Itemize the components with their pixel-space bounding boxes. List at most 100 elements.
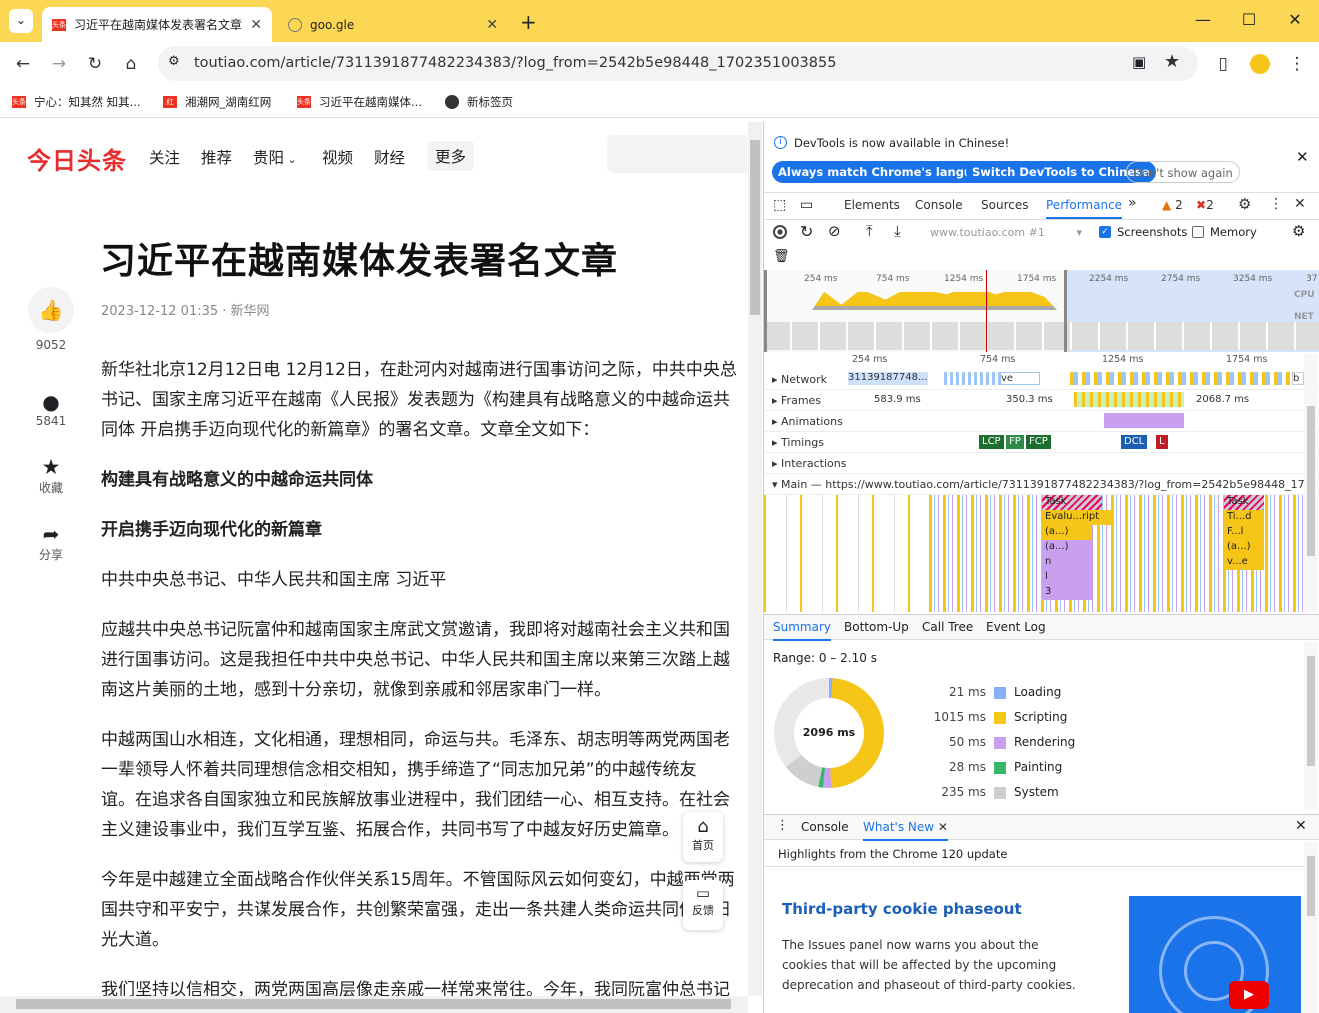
close-drawer-icon[interactable]: ✕ bbox=[1295, 818, 1307, 834]
track-main[interactable]: ▾ Main — https://www.toutiao.com/article… bbox=[764, 474, 1319, 495]
dcl-badge[interactable]: DCL bbox=[1121, 435, 1148, 449]
page-horizontal-scrollbar[interactable] bbox=[0, 996, 748, 1013]
nav-more[interactable]: 更多 bbox=[427, 141, 475, 171]
timeline-overview[interactable]: 254 ms 754 ms 1254 ms 1754 ms 2254 ms 27… bbox=[764, 270, 1319, 352]
nav-item[interactable]: 视频 bbox=[322, 146, 353, 168]
forward-icon[interactable]: → bbox=[48, 53, 70, 75]
frame-time[interactable]: 350.3 ms bbox=[1006, 394, 1053, 405]
fp-badge[interactable]: FP bbox=[1006, 435, 1024, 449]
reload-icon[interactable]: ↻ bbox=[84, 53, 106, 75]
drawer-tab-console[interactable]: Console bbox=[801, 820, 849, 834]
flame-chart[interactable]: Task Evalu...ript (a...) (a...) n l 3 Ta… bbox=[764, 495, 1304, 612]
infobar-close-icon[interactable]: ✕ bbox=[1296, 148, 1309, 166]
network-request[interactable]: 31139187748... bbox=[848, 372, 928, 385]
minimize-icon[interactable]: — bbox=[1188, 8, 1218, 32]
scrollbar-thumb[interactable] bbox=[750, 140, 760, 315]
back-icon[interactable]: ← bbox=[12, 53, 34, 75]
inspect-icon[interactable]: ⬚ bbox=[773, 197, 786, 213]
animation-bar[interactable] bbox=[1104, 413, 1184, 428]
flame-block[interactable]: l bbox=[1042, 570, 1092, 585]
flame-block[interactable]: n bbox=[1042, 555, 1092, 570]
tab-elements[interactable]: Elements bbox=[844, 198, 900, 212]
close-tab-icon[interactable]: ✕ bbox=[938, 820, 948, 834]
track-network[interactable]: ▸ Network 31139187748... ve b bbox=[764, 369, 1319, 390]
flame-block[interactable]: (a...) bbox=[1224, 540, 1264, 555]
tracks-scrollbar[interactable] bbox=[1304, 354, 1318, 612]
scrollbar-thumb[interactable] bbox=[1307, 406, 1315, 556]
summary-scrollbar[interactable] bbox=[1304, 642, 1318, 810]
comment-button[interactable]: ● 5841 bbox=[26, 390, 76, 428]
feedback-float-button[interactable]: ▭ 反馈 bbox=[683, 880, 723, 930]
tab-active[interactable]: 头条 习近平在越南媒体发表署名文章 ✕ bbox=[42, 7, 272, 42]
like-button[interactable]: 👍 9052 bbox=[26, 287, 76, 352]
scrollbar-thumb[interactable] bbox=[1307, 656, 1315, 766]
tab-bottom-up[interactable]: Bottom-Up bbox=[844, 620, 909, 634]
settings-icon[interactable]: ⚙ bbox=[1238, 195, 1251, 213]
flame-block[interactable]: F...l bbox=[1224, 525, 1264, 540]
track-frames[interactable]: ▸ Frames 583.9 ms 350.3 ms 2068.7 ms bbox=[764, 390, 1319, 411]
drawer-tab-whats-new[interactable]: What's New ✕ bbox=[863, 820, 948, 841]
reload-record-icon[interactable]: ↻ bbox=[800, 222, 813, 241]
scrollbar-thumb[interactable] bbox=[1307, 856, 1315, 916]
flame-block[interactable]: Ti...d bbox=[1224, 510, 1264, 525]
page-vertical-scrollbar[interactable] bbox=[748, 122, 762, 996]
flame-block[interactable]: 3 bbox=[1042, 585, 1092, 600]
bookmark-star-icon[interactable]: ★ bbox=[1164, 51, 1180, 72]
dont-show-button[interactable]: Don't show again bbox=[1126, 161, 1240, 183]
recording-select[interactable]: www.toutiao.com #1 ▾ bbox=[930, 226, 1082, 239]
nav-item[interactable]: 推荐 bbox=[201, 146, 232, 168]
flame-block[interactable]: v...e bbox=[1224, 555, 1264, 570]
clear-icon[interactable]: ⊘ bbox=[828, 222, 841, 240]
frame-time[interactable]: 2068.7 ms bbox=[1196, 394, 1249, 405]
kebab-menu-icon[interactable]: ⋮ bbox=[1269, 196, 1283, 212]
load-badge[interactable]: L bbox=[1156, 435, 1168, 449]
track-interactions[interactable]: ▸ Interactions bbox=[764, 453, 1319, 474]
flame-block[interactable]: (a...) bbox=[1042, 525, 1092, 540]
profile-avatar[interactable] bbox=[1250, 54, 1270, 74]
bookmark-item[interactable]: 头条 宁心：知其然 知其... bbox=[12, 94, 141, 110]
tab-console[interactable]: Console bbox=[915, 198, 963, 212]
maximize-icon[interactable]: ☐ bbox=[1234, 8, 1264, 32]
home-icon[interactable]: ⌂ bbox=[120, 53, 142, 75]
nav-item[interactable]: 关注 bbox=[149, 146, 180, 168]
favorite-button[interactable]: ★ 收藏 bbox=[26, 455, 76, 496]
error-count[interactable]: ✖2 bbox=[1196, 198, 1214, 212]
news-title[interactable]: Third-party cookie phaseout bbox=[782, 900, 1022, 918]
tab-event-log[interactable]: Event Log bbox=[986, 620, 1046, 634]
scrollbar-thumb[interactable] bbox=[16, 999, 731, 1009]
flame-block[interactable]: (a...) bbox=[1042, 540, 1092, 555]
network-request[interactable]: ve bbox=[1000, 372, 1040, 385]
bookmark-item[interactable]: 新标签页 bbox=[445, 94, 513, 110]
flame-block[interactable]: Task bbox=[1224, 495, 1264, 510]
bookmark-item[interactable]: 红 湘潮网_湖南红网 bbox=[163, 94, 271, 110]
new-tab-button[interactable]: + bbox=[520, 10, 537, 34]
side-panel-icon[interactable]: ▯ bbox=[1212, 53, 1234, 75]
menu-icon[interactable]: ⋮ bbox=[1286, 53, 1308, 75]
play-icon[interactable]: ▶ bbox=[1229, 981, 1269, 1009]
record-icon[interactable] bbox=[773, 225, 787, 239]
news-video-thumbnail[interactable]: ▶ bbox=[1129, 896, 1301, 1013]
close-window-icon[interactable]: ✕ bbox=[1280, 8, 1310, 32]
warning-count[interactable]: ▲ 2 bbox=[1162, 198, 1183, 212]
drawer-scrollbar[interactable] bbox=[1304, 842, 1318, 1013]
nav-item[interactable]: 财经 bbox=[374, 146, 405, 168]
lcp-badge[interactable]: LCP bbox=[979, 435, 1004, 449]
overview-handle-left[interactable] bbox=[764, 270, 767, 352]
site-info-icon[interactable]: ⚙ bbox=[168, 54, 180, 69]
download-icon[interactable]: ⤓ bbox=[894, 222, 901, 240]
tab-summary[interactable]: Summary bbox=[773, 620, 831, 641]
url-text[interactable]: toutiao.com/article/7311391877482234383/… bbox=[194, 55, 836, 71]
bookmark-item[interactable]: 头条 习近平在越南媒体... bbox=[297, 94, 422, 110]
memory-checkbox[interactable] bbox=[1192, 226, 1204, 238]
close-devtools-icon[interactable]: ✕ bbox=[1294, 196, 1306, 212]
toutiao-logo[interactable]: 今日头条 bbox=[27, 141, 127, 176]
tab-performance[interactable]: Performance bbox=[1046, 198, 1123, 219]
trash-icon[interactable]: 🗑 bbox=[773, 249, 790, 264]
close-tab-icon[interactable]: ✕ bbox=[250, 17, 262, 33]
install-app-icon[interactable]: ▣ bbox=[1132, 53, 1146, 71]
flame-block[interactable]: Evalu...ript bbox=[1042, 510, 1112, 525]
screenshots-checkbox[interactable]: ✓ bbox=[1099, 226, 1111, 238]
close-tab-icon[interactable]: ✕ bbox=[486, 17, 498, 33]
tab-goo-gle[interactable]: goo.gle ✕ bbox=[278, 7, 508, 42]
share-button[interactable]: ➦ 分享 bbox=[26, 522, 76, 563]
